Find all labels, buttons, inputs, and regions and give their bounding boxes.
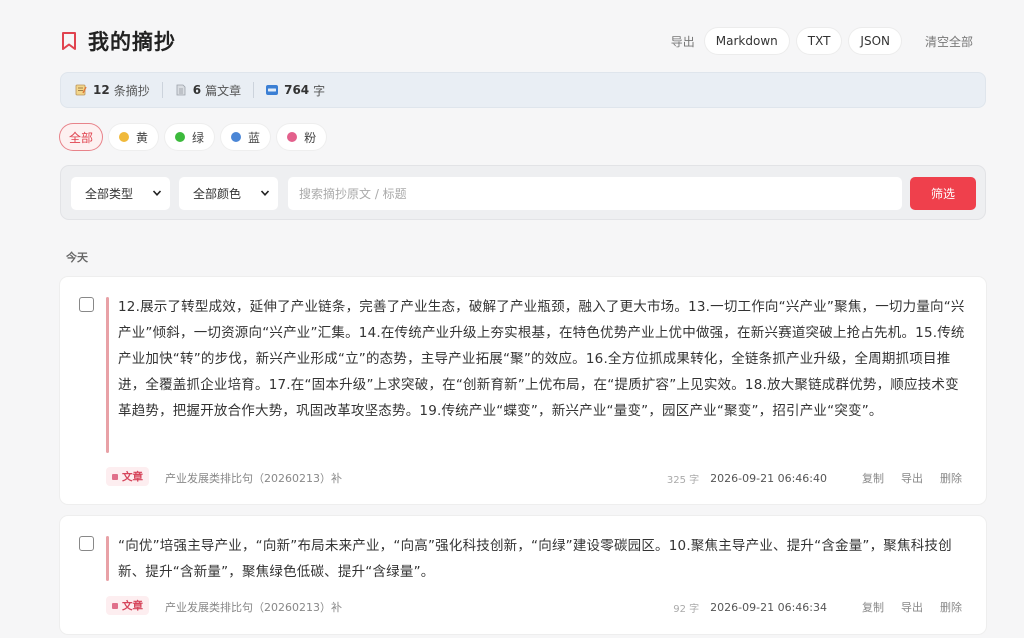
- chevron-down-icon: [152, 190, 162, 196]
- export-label: 导出: [670, 34, 695, 49]
- day-group-label: 今天: [66, 251, 88, 264]
- color-filter-group: 全部 黄 绿 蓝 粉: [60, 123, 333, 151]
- color-filter-label: 蓝: [248, 130, 261, 145]
- stat-divider: [161, 82, 163, 98]
- char-unit: 字: [313, 83, 326, 98]
- excerpt-meta: 文章 产业发展类排比句（20260213）补 92 字 2026-09-21 0…: [106, 596, 962, 616]
- export-button[interactable]: 导出: [901, 599, 923, 615]
- char-count: 764: [284, 83, 310, 97]
- char-count-label: 325 字: [666, 474, 700, 486]
- bookmark-icon: [62, 32, 76, 50]
- type-tag: 文章: [106, 596, 149, 615]
- filter-submit-button[interactable]: 筛选: [910, 177, 976, 210]
- article-unit: 篇文章: [205, 83, 242, 98]
- page-header: 我的摘抄 导出 Markdown TXT JSON 清空全部: [60, 24, 986, 58]
- type-tag: 文章: [106, 467, 149, 486]
- char-count-label: 92 字: [673, 603, 700, 615]
- type-tag-label: 文章: [122, 471, 143, 483]
- page-title: 我的摘抄: [88, 30, 176, 54]
- color-filter-all[interactable]: 全部: [60, 124, 103, 150]
- memo-icon: [75, 84, 87, 96]
- meta-right: 325 字 2026-09-21 06:46:40 复制 导出 删除: [667, 470, 962, 486]
- excerpt-text[interactable]: “向优”培强主导产业，“向新”布局未来产业，“向高”强化科技创新，“向绿”建设零…: [118, 533, 968, 585]
- stat-excerpts: 12 条摘抄: [75, 82, 150, 99]
- delete-button[interactable]: 删除: [940, 599, 962, 615]
- excerpt-card: “向优”培强主导产业，“向新”布局未来产业，“向高”强化科技创新，“向绿”建设零…: [60, 516, 986, 634]
- square-icon: [112, 473, 118, 480]
- abc-icon: [266, 85, 279, 95]
- excerpt-text[interactable]: 12.展示了转型成效，延伸了产业链条，完善了产业生态，破解了产业瓶颈，融入了更大…: [118, 294, 968, 424]
- export-button[interactable]: 导出: [901, 470, 923, 486]
- color-filter-pink[interactable]: 粉: [277, 124, 327, 150]
- color-filter-label: 全部: [69, 130, 94, 145]
- export-txt-button[interactable]: TXT: [796, 28, 842, 54]
- type-select-value: 全部类型: [85, 187, 134, 201]
- article-count: 6: [192, 83, 202, 97]
- color-filter-label: 绿: [192, 130, 205, 145]
- highlight-bar: [106, 536, 109, 581]
- copy-button[interactable]: 复制: [862, 470, 884, 486]
- header-actions: 导出 Markdown TXT JSON 清空全部: [671, 27, 986, 55]
- square-icon: [112, 602, 118, 609]
- copy-button[interactable]: 复制: [862, 599, 884, 615]
- pink-dot-icon: [287, 132, 298, 142]
- color-select[interactable]: 全部颜色: [179, 177, 278, 210]
- stat-divider: [253, 82, 255, 98]
- title-area: 我的摘抄: [60, 24, 176, 58]
- color-filter-blue[interactable]: 蓝: [221, 124, 271, 150]
- excerpts-page: 我的摘抄 导出 Markdown TXT JSON 清空全部 12 条摘抄 6 …: [60, 0, 986, 638]
- color-filter-label: 黄: [136, 130, 149, 145]
- clear-all-button[interactable]: 清空全部: [925, 33, 973, 50]
- blue-dot-icon: [231, 132, 242, 142]
- select-checkbox[interactable]: [79, 536, 94, 551]
- type-tag-label: 文章: [122, 600, 143, 612]
- excerpt-meta: 文章 产业发展类排比句（20260213）补 325 字 2026-09-21 …: [106, 467, 962, 487]
- export-json-button[interactable]: JSON: [849, 28, 901, 54]
- color-filter-label: 粉: [304, 130, 317, 145]
- yellow-dot-icon: [119, 132, 130, 142]
- document-icon: [176, 84, 186, 96]
- chevron-down-icon: [260, 190, 270, 196]
- search-input[interactable]: [288, 177, 902, 210]
- highlight-bar: [106, 297, 109, 453]
- stat-chars: 764 字: [266, 82, 325, 99]
- excerpt-count: 12: [93, 83, 110, 97]
- green-dot-icon: [175, 132, 186, 142]
- delete-button[interactable]: 删除: [940, 470, 962, 486]
- select-checkbox[interactable]: [79, 297, 94, 312]
- source-title[interactable]: 产业发展类排比句（20260213）补: [165, 470, 342, 486]
- excerpt-card: 12.展示了转型成效，延伸了产业链条，完善了产业生态，破解了产业瓶颈，融入了更大…: [60, 277, 986, 504]
- color-filter-green[interactable]: 绿: [165, 124, 215, 150]
- type-select[interactable]: 全部类型: [71, 177, 170, 210]
- color-filter-yellow[interactable]: 黄: [109, 124, 159, 150]
- excerpt-unit: 条摘抄: [113, 83, 150, 98]
- export-markdown-button[interactable]: Markdown: [704, 28, 789, 54]
- color-select-value: 全部颜色: [193, 187, 242, 201]
- stats-bar: 12 条摘抄 6 篇文章 764 字: [60, 72, 986, 108]
- source-title[interactable]: 产业发展类排比句（20260213）补: [165, 599, 342, 615]
- stat-articles: 6 篇文章: [175, 82, 241, 99]
- timestamp: 2026-09-21 06:46:34: [710, 600, 827, 614]
- timestamp: 2026-09-21 06:46:40: [710, 471, 827, 485]
- meta-right: 92 字 2026-09-21 06:46:34 复制 导出 删除: [673, 599, 962, 615]
- filter-bar: 全部类型 全部颜色 筛选: [60, 165, 986, 220]
